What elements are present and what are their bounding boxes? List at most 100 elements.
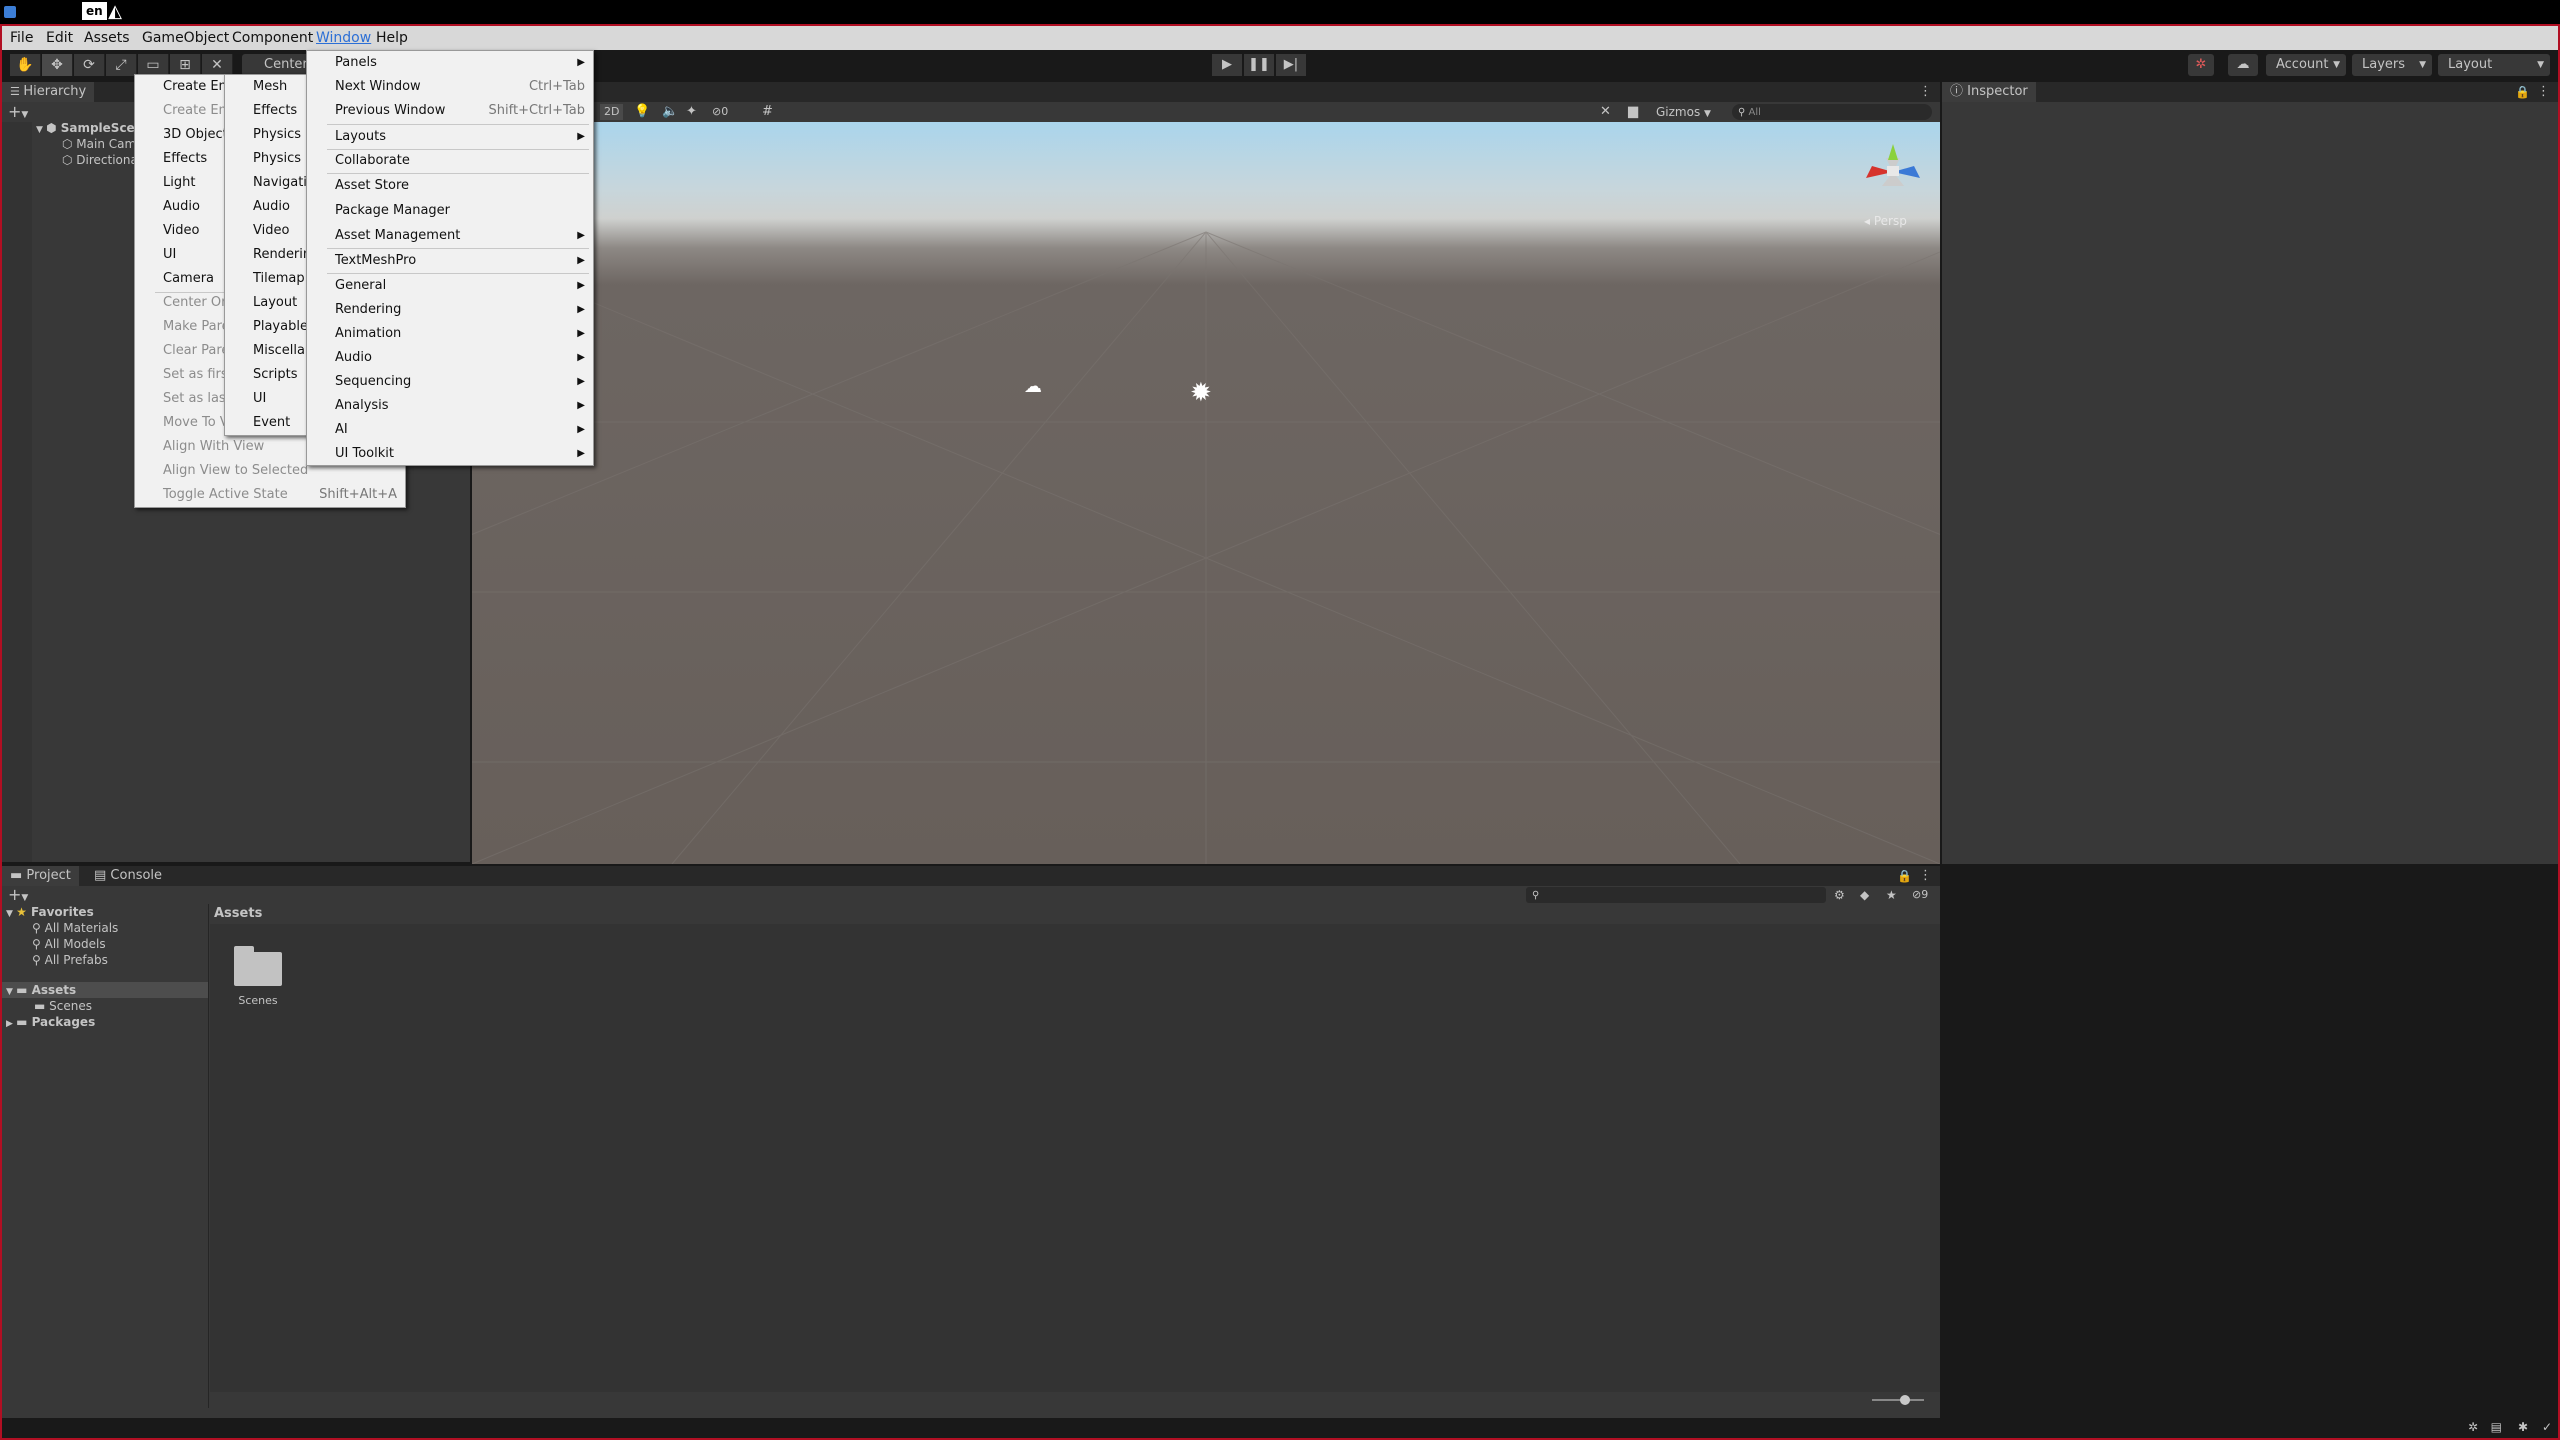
expand-arrow-icon[interactable]: ▼ bbox=[6, 909, 16, 919]
cache-icon[interactable]: ▤ bbox=[2491, 1420, 2502, 1434]
zoom-slider-track[interactable] bbox=[1872, 1399, 1924, 1401]
scene-toolbar: 2D 💡 🔈 ✦ ⊘0 # ✕ ▆ Gizmos ▼ ⚲ All bbox=[472, 102, 1940, 122]
menu-item-general[interactable]: General ▶ bbox=[307, 274, 593, 298]
menu-help[interactable]: Help bbox=[370, 26, 414, 50]
project-search-input[interactable]: ⚲ bbox=[1526, 887, 1826, 903]
pause-button[interactable]: ❚❚ bbox=[1244, 54, 1274, 76]
hierarchy-add-button[interactable]: +▼ bbox=[8, 102, 28, 122]
grid-icon[interactable]: # bbox=[762, 104, 773, 119]
custom-tool-icon[interactable]: ✕ bbox=[202, 54, 233, 76]
persp-label[interactable]: ◂ Persp bbox=[1864, 214, 1907, 228]
lock-icon[interactable]: 🔒 bbox=[1897, 866, 1912, 886]
assets-folder-row[interactable]: ▼ ▬ Assets bbox=[2, 982, 208, 998]
chevron-down-icon: ▼ bbox=[2333, 60, 2340, 70]
language-indicator[interactable]: en bbox=[82, 2, 107, 20]
star-icon[interactable]: ★ bbox=[1886, 886, 1897, 904]
menu-item-asset-management[interactable]: Asset Management ▶ bbox=[307, 224, 593, 248]
panel-options-icon[interactable]: ⋮ bbox=[1919, 82, 1932, 102]
os-taskbar: en ◭ bbox=[0, 0, 2560, 24]
favorite-item[interactable]: ⚲ All Materials bbox=[32, 920, 118, 936]
account-dropdown[interactable]: Account ▼ bbox=[2266, 54, 2346, 76]
cloud-icon[interactable]: ☁ bbox=[2228, 54, 2258, 76]
menu-assets[interactable]: Assets bbox=[78, 26, 136, 50]
menu-item-next-window[interactable]: Next Window Ctrl+Tab bbox=[307, 75, 593, 99]
debug-icon[interactable]: ✲ bbox=[2468, 1420, 2478, 1434]
tab-console[interactable]: ▤ Console bbox=[86, 866, 170, 886]
menu-item-collaborate[interactable]: Collaborate bbox=[307, 149, 593, 173]
transform-tool-icon[interactable]: ⊞ bbox=[170, 54, 201, 76]
breadcrumb[interactable]: Assets bbox=[210, 904, 1940, 924]
menu-item-animation[interactable]: Animation ▶ bbox=[307, 322, 593, 346]
folder-icon[interactable] bbox=[234, 946, 282, 986]
packages-folder-row[interactable]: ▶ ▬ Packages bbox=[6, 1014, 95, 1030]
effects-icon[interactable]: ✦ bbox=[686, 104, 697, 119]
orientation-gizmo-icon[interactable] bbox=[1858, 136, 1928, 206]
hand-tool-icon[interactable]: ✋ bbox=[10, 54, 41, 76]
tab-hierarchy[interactable]: ☰ Hierarchy bbox=[2, 82, 95, 102]
menu-item-sequencing[interactable]: Sequencing ▶ bbox=[307, 370, 593, 394]
label-icon[interactable]: ◆ bbox=[1860, 886, 1869, 904]
view-2d-toggle[interactable]: 2D bbox=[600, 104, 624, 120]
filter-type-icon[interactable]: ⚙ bbox=[1834, 886, 1845, 904]
tools-icon[interactable]: ✕ bbox=[1600, 104, 1611, 119]
gizmos-dropdown[interactable]: Gizmos ▼ bbox=[1656, 103, 1711, 123]
camera-icon[interactable]: ▆ bbox=[1628, 104, 1638, 119]
menu-component[interactable]: Component bbox=[226, 26, 319, 50]
expand-arrow-icon[interactable]: ▼ bbox=[36, 125, 46, 135]
scene-viewport[interactable]: ☁ ✹ ◂ Persp bbox=[472, 122, 1940, 864]
scale-tool-icon[interactable]: ⤢ bbox=[106, 54, 137, 76]
expand-arrow-icon[interactable]: ▶ bbox=[6, 1019, 16, 1029]
check-icon[interactable]: ✓ bbox=[2542, 1420, 2552, 1434]
move-tool-icon[interactable]: ✥ bbox=[42, 54, 73, 76]
collab-icon[interactable]: ✲ bbox=[2188, 54, 2214, 76]
light-gizmo-icon[interactable]: ✹ bbox=[1190, 378, 1212, 408]
step-button[interactable]: ▶| bbox=[1276, 54, 1306, 76]
menu-item-rendering[interactable]: Rendering ▶ bbox=[307, 298, 593, 322]
menu-item-toggle-active-state[interactable]: Toggle Active State Shift+Alt+A bbox=[135, 483, 405, 507]
menu-item-package-manager[interactable]: Package Manager bbox=[307, 199, 593, 223]
tab-project[interactable]: ▬ Project bbox=[2, 866, 79, 886]
menu-item-label: Previous Window bbox=[335, 103, 446, 118]
favorite-item[interactable]: ⚲ All Prefabs bbox=[32, 952, 108, 968]
menu-item-layouts[interactable]: Layouts ▶ bbox=[307, 125, 593, 149]
menu-item-audio[interactable]: Audio ▶ bbox=[307, 346, 593, 370]
menu-window[interactable]: Window bbox=[310, 26, 377, 50]
menu-item-panels[interactable]: Panels ▶ bbox=[307, 51, 593, 75]
rect-tool-icon[interactable]: ▭ bbox=[138, 54, 169, 76]
menu-item-asset-store[interactable]: Asset Store bbox=[307, 174, 593, 198]
menu-item-ui-toolkit[interactable]: UI Toolkit ▶ bbox=[307, 442, 593, 466]
layout-dropdown[interactable]: Layout ▼ bbox=[2438, 54, 2550, 76]
menu-file[interactable]: File bbox=[4, 26, 39, 50]
breadcrumb-assets[interactable]: Assets bbox=[214, 906, 262, 921]
expand-arrow-icon[interactable]: ▼ bbox=[6, 987, 16, 997]
menu-item-ai[interactable]: AI ▶ bbox=[307, 418, 593, 442]
menu-gameobject[interactable]: GameObject bbox=[136, 26, 235, 50]
panel-options-icon[interactable]: ⋮ bbox=[2537, 82, 2550, 102]
panel-options-icon[interactable]: ⋮ bbox=[1919, 866, 1932, 886]
zoom-slider-handle[interactable] bbox=[1900, 1395, 1910, 1405]
hidden-objects-icon[interactable]: ⊘0 bbox=[712, 105, 728, 118]
camera-gizmo-icon[interactable]: ☁ bbox=[1024, 376, 1042, 397]
rotate-tool-icon[interactable]: ⟳ bbox=[74, 54, 105, 76]
app-icon[interactable] bbox=[4, 6, 16, 18]
lighting-icon[interactable]: 💡 bbox=[634, 104, 650, 119]
audio-icon[interactable]: 🔈 bbox=[662, 104, 678, 119]
menu-item-analysis[interactable]: Analysis ▶ bbox=[307, 394, 593, 418]
menu-edit[interactable]: Edit bbox=[40, 26, 79, 50]
pivot-toggle-button[interactable]: Center bbox=[242, 54, 312, 76]
hidden-packages-icon[interactable]: ⊘9 bbox=[1912, 886, 1928, 904]
favorite-item[interactable]: ⚲ All Models bbox=[32, 936, 106, 952]
tab-inspector[interactable]: ⓘ Inspector bbox=[1942, 82, 2036, 102]
play-button[interactable]: ▶ bbox=[1212, 54, 1242, 76]
favorites-row[interactable]: ▼ ★ Favorites bbox=[6, 904, 94, 920]
lock-icon[interactable]: 🔒 bbox=[2515, 82, 2530, 102]
unity-logo-icon[interactable]: ◭ bbox=[104, 1, 126, 23]
menu-item-previous-window[interactable]: Previous Window Shift+Ctrl+Tab bbox=[307, 99, 593, 123]
scenes-folder-row[interactable]: ▬ Scenes bbox=[34, 998, 92, 1014]
project-add-button[interactable]: +▼ bbox=[8, 886, 28, 904]
progress-icon[interactable]: ✱ bbox=[2518, 1420, 2528, 1434]
scene-search-input[interactable]: ⚲ All bbox=[1732, 104, 1932, 120]
folder-label[interactable]: Scenes bbox=[234, 994, 282, 1007]
menu-item-textmeshpro[interactable]: TextMeshPro ▶ bbox=[307, 249, 593, 273]
layers-dropdown[interactable]: Layers ▼ bbox=[2352, 54, 2432, 76]
